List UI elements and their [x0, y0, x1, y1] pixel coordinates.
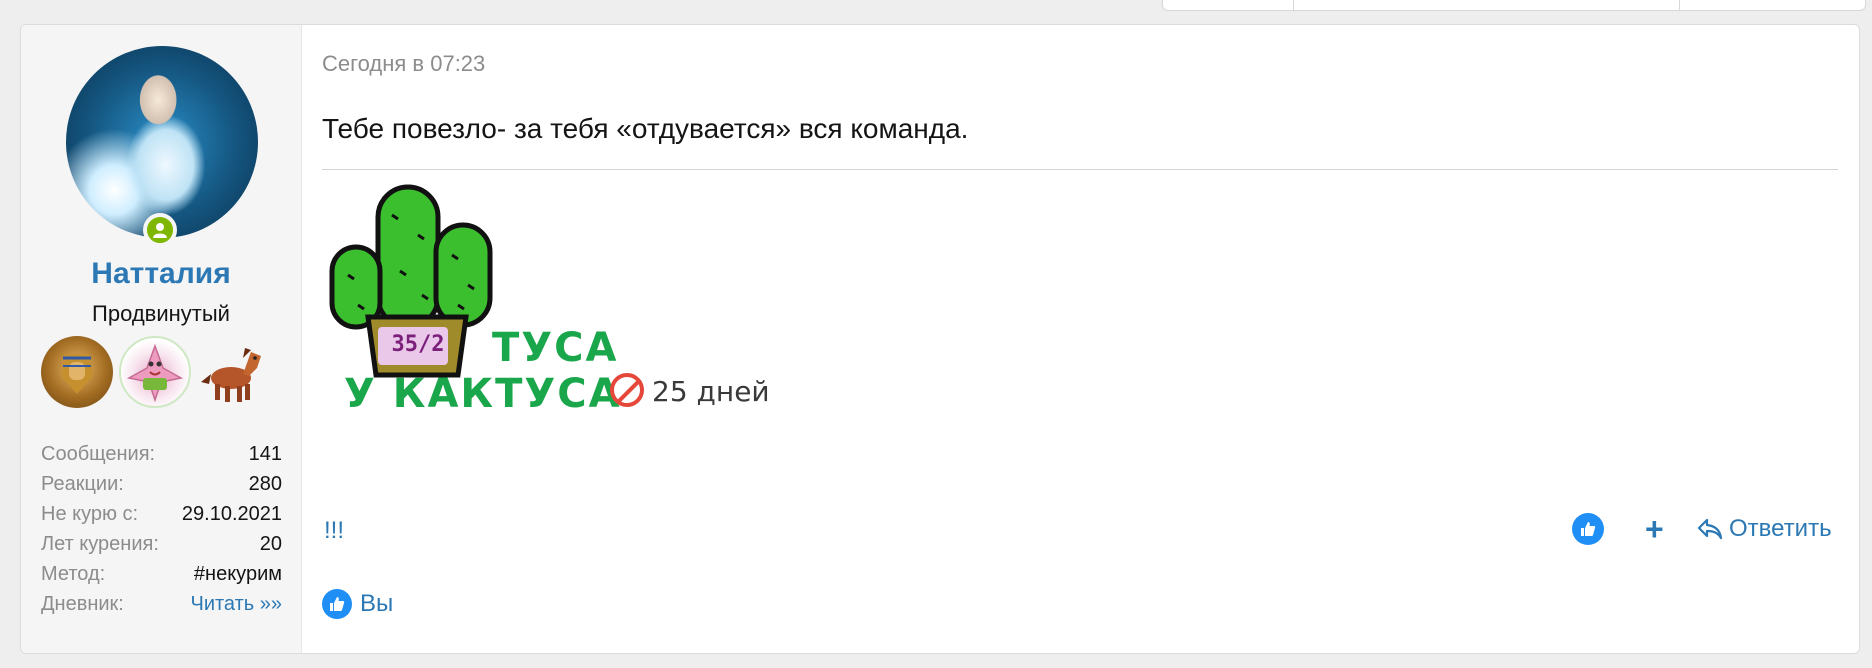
signature-divider	[322, 169, 1838, 170]
stat-label: Не курю с:	[41, 503, 139, 525]
pot-label: 35/2	[391, 332, 445, 357]
thumbs-up-icon	[322, 589, 352, 619]
reacted-by[interactable]: Вы	[360, 590, 393, 618]
thumbs-up-icon	[1581, 522, 1596, 536]
user-title: Продвинутый	[92, 301, 230, 326]
user-sidebar: Натталия Продвинутый Сообщения: 141 Реак…	[21, 25, 302, 653]
post-extra-text: !!!	[324, 517, 345, 544]
egyptian-trophy-icon[interactable]	[41, 336, 113, 408]
days-counter: 25 дней	[652, 375, 770, 408]
stat-value: #некурим	[193, 563, 282, 585]
stat-value: 280	[248, 473, 282, 495]
signature-banner: 35/2 ТУСА У КАКТУСА 25 дней	[322, 175, 948, 503]
user-online-icon	[143, 213, 177, 247]
post-message: Тебе повезло- за тебя «отдувается» вся к…	[322, 113, 969, 144]
stat-reactions: Реакции: 280	[41, 469, 282, 499]
post-timestamp[interactable]: Сегодня в 07:23	[322, 51, 485, 77]
stat-label: Лет курения:	[41, 533, 159, 555]
starfish-trophy-icon[interactable]	[119, 336, 191, 408]
like-button[interactable]	[1572, 513, 1604, 545]
top-tab-segment[interactable]	[1163, 0, 1294, 10]
reply-label: Ответить	[1729, 515, 1832, 542]
stat-label: Сообщения:	[41, 443, 156, 465]
stat-smoking-years: Лет курения: 20	[41, 529, 282, 559]
reactions-bar[interactable]: Вы	[322, 589, 393, 619]
signature-line2: У КАКТУСА	[344, 371, 622, 417]
top-tab-segment[interactable]	[1294, 0, 1680, 10]
stat-label: Метод:	[41, 563, 106, 585]
stat-label: Дневник:	[41, 593, 124, 615]
stat-label: Реакции:	[41, 473, 124, 495]
reply-button[interactable]: Ответить	[1697, 515, 1832, 543]
stat-quit-date: Не курю с: 29.10.2021	[41, 499, 282, 529]
reply-icon	[1697, 518, 1723, 540]
horse-trophy-icon[interactable]	[197, 336, 269, 408]
stat-value: 29.10.2021	[181, 503, 282, 525]
signature-line1: ТУСА	[492, 325, 619, 371]
multiquote-plus-icon[interactable]: +	[1645, 511, 1664, 548]
top-tab-bar	[1162, 0, 1866, 11]
username[interactable]: Натталия	[21, 257, 301, 291]
no-smoking-icon	[610, 373, 644, 407]
stat-diary: Дневник: Читать »»	[41, 589, 282, 619]
avatar[interactable]	[66, 46, 258, 238]
stat-value: 141	[248, 443, 282, 465]
stat-messages: Сообщения: 141	[41, 439, 282, 469]
forum-post: Натталия Продвинутый Сообщения: 141 Реак…	[20, 24, 1860, 654]
stat-method: Метод: #некурим	[41, 559, 282, 589]
top-tab-segment[interactable]	[1680, 0, 1865, 10]
stat-value: 20	[259, 533, 282, 555]
diary-read-link[interactable]: Читать »»	[190, 589, 282, 619]
user-stats: Сообщения: 141 Реакции: 280 Не курю с: 2…	[41, 439, 282, 619]
